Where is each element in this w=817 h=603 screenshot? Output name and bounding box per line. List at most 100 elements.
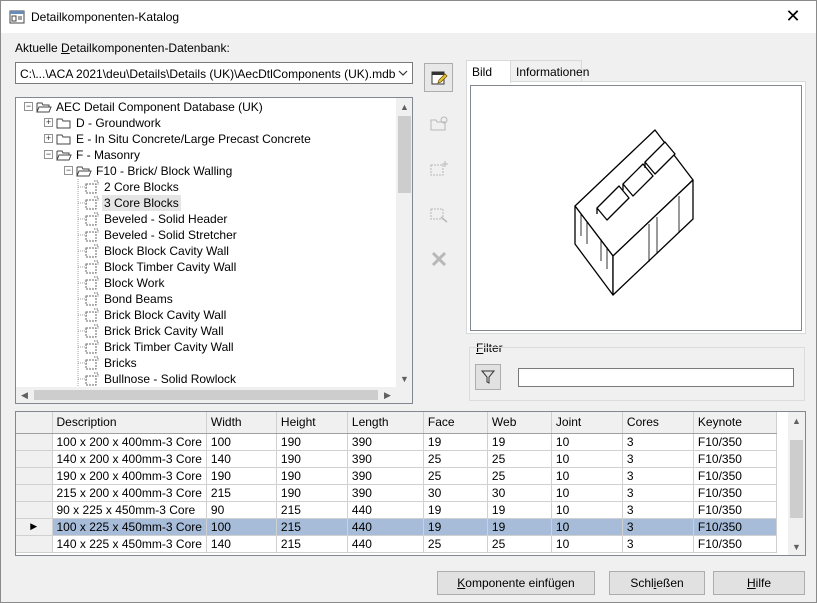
table-cell[interactable]: 3 bbox=[622, 501, 694, 519]
row-header[interactable]: ▶ bbox=[16, 518, 53, 536]
table-cell[interactable]: F10/350 bbox=[693, 501, 777, 519]
column-header[interactable]: Height bbox=[276, 412, 348, 434]
column-header[interactable]: Web bbox=[487, 412, 552, 434]
table-cell[interactable]: 190 bbox=[276, 433, 348, 451]
table-cell[interactable]: 440 bbox=[347, 501, 424, 519]
column-header[interactable]: Description bbox=[52, 412, 207, 434]
table-cell[interactable]: 440 bbox=[347, 535, 424, 553]
scroll-right-icon[interactable]: ▶ bbox=[379, 387, 396, 403]
table-cell[interactable]: 90 bbox=[206, 501, 277, 519]
table-cell[interactable]: F10/350 bbox=[693, 450, 777, 468]
scroll-down-icon[interactable]: ▼ bbox=[788, 538, 805, 555]
new-group-button[interactable] bbox=[424, 109, 453, 138]
table-row[interactable]: 90 x 225 x 450mm-3 Core 90 215 440 19 19 10 3 F1… bbox=[16, 501, 777, 519]
table-row[interactable]: 215 x 200 x 400mm-3 Core 215 190 390 30 30 10 3… bbox=[16, 484, 777, 502]
tree-node[interactable]: Beveled - Solid Stretcher bbox=[16, 227, 394, 243]
close-button[interactable]: Schl i eßen bbox=[609, 571, 705, 595]
expand-icon[interactable]: + bbox=[44, 134, 53, 143]
table-cell[interactable]: 190 bbox=[206, 467, 277, 485]
tree-node[interactable]: Block Block Cavity Wall bbox=[16, 243, 394, 259]
filter-input[interactable] bbox=[518, 368, 794, 387]
table-cell[interactable]: 140 x 200 x 400mm-3 Core bbox=[52, 450, 207, 468]
table-cell[interactable]: 10 bbox=[551, 518, 623, 536]
table-cell[interactable]: 440 bbox=[347, 518, 424, 536]
scroll-thumb[interactable] bbox=[790, 440, 803, 518]
scroll-down-icon[interactable]: ▼ bbox=[396, 370, 412, 387]
table-cell[interactable]: 190 bbox=[276, 467, 348, 485]
tree-horizontal-scrollbar[interactable]: ◀ ▶ bbox=[16, 387, 396, 403]
tree-node[interactable]: Bricks bbox=[16, 355, 394, 371]
table-cell[interactable]: 25 bbox=[487, 467, 552, 485]
row-header[interactable] bbox=[16, 535, 53, 553]
table-cell[interactable]: 3 bbox=[622, 518, 694, 536]
table-cell[interactable]: 10 bbox=[551, 535, 623, 553]
help-button[interactable]: Hilfe bbox=[713, 571, 805, 595]
tree-node[interactable]: 3 Core Blocks bbox=[16, 195, 394, 211]
table-cell[interactable]: 19 bbox=[487, 518, 552, 536]
table-cell[interactable]: 10 bbox=[551, 467, 623, 485]
table-cell[interactable]: 3 bbox=[622, 535, 694, 553]
tree-vertical-scrollbar[interactable]: ▲ ▼ bbox=[396, 98, 412, 387]
table-cell[interactable]: 390 bbox=[347, 433, 424, 451]
tree-node[interactable]: Brick Brick Cavity Wall bbox=[16, 323, 394, 339]
row-header[interactable] bbox=[16, 450, 53, 468]
expand-icon[interactable]: + bbox=[44, 118, 53, 127]
table-cell[interactable]: 100 x 200 x 400mm-3 Core bbox=[52, 433, 207, 451]
row-header[interactable] bbox=[16, 501, 53, 519]
table-cell[interactable]: 215 bbox=[276, 501, 348, 519]
row-header[interactable] bbox=[16, 433, 53, 451]
table-vertical-scrollbar[interactable]: ▲ ▼ bbox=[788, 412, 805, 555]
scroll-thumb[interactable] bbox=[34, 390, 378, 400]
table-cell[interactable]: 3 bbox=[622, 433, 694, 451]
table-cell[interactable]: 25 bbox=[487, 535, 552, 553]
component-table[interactable]: Description Width Height Length Face Web… bbox=[15, 411, 806, 556]
table-row[interactable]: 140 x 200 x 400mm-3 Core 140 190 390 25 25 10 3… bbox=[16, 450, 777, 468]
tab-informationen[interactable]: Informationen bbox=[510, 60, 589, 82]
table-row[interactable]: 190 x 200 x 400mm-3 Core 190 190 390 25 25 10 3… bbox=[16, 467, 777, 485]
table-cell[interactable]: 25 bbox=[423, 450, 488, 468]
tab-bild[interactable]: Bild bbox=[466, 60, 511, 83]
collapse-icon[interactable]: − bbox=[44, 150, 53, 159]
column-header[interactable]: Keynote bbox=[693, 412, 777, 434]
tree-node[interactable]: − F - Masonry bbox=[16, 147, 394, 163]
close-window-button[interactable]: ✕ bbox=[770, 1, 816, 32]
table-cell[interactable]: 190 bbox=[276, 484, 348, 502]
table-cell[interactable]: 10 bbox=[551, 433, 623, 451]
table-cell[interactable]: F10/350 bbox=[693, 484, 777, 502]
table-cell[interactable]: 3 bbox=[622, 450, 694, 468]
scroll-up-icon[interactable]: ▲ bbox=[788, 412, 805, 429]
component-tree[interactable]: − AEC Detail Component Database (UK) + D - … bbox=[15, 97, 413, 404]
tree-node[interactable]: + E - In Situ Concrete/Large Precast Conc… bbox=[16, 131, 394, 147]
edit-component-button[interactable] bbox=[424, 199, 453, 228]
table-cell[interactable]: 10 bbox=[551, 501, 623, 519]
table-cell[interactable]: F10/350 bbox=[693, 433, 777, 451]
table-cell[interactable]: 30 bbox=[423, 484, 488, 502]
table-cell[interactable]: 215 x 200 x 400mm-3 Core bbox=[52, 484, 207, 502]
open-database-button[interactable] bbox=[424, 63, 453, 92]
table-cell[interactable]: 140 bbox=[206, 535, 277, 553]
tree-node[interactable]: + D - Groundwork bbox=[16, 115, 394, 131]
table-cell[interactable]: 10 bbox=[551, 484, 623, 502]
tree-node[interactable]: − F10 - Brick/ Block Walling bbox=[16, 163, 394, 179]
table-row[interactable]: ▶ 100 x 225 x 450mm-3 Core 100 215 440 19 19 10… bbox=[16, 518, 777, 536]
column-header[interactable]: Face bbox=[423, 412, 488, 434]
row-header[interactable] bbox=[16, 484, 53, 502]
scroll-up-icon[interactable]: ▲ bbox=[396, 98, 412, 115]
row-header[interactable] bbox=[16, 467, 53, 485]
new-component-button[interactable] bbox=[424, 154, 453, 183]
table-cell[interactable]: 90 x 225 x 450mm-3 Core bbox=[52, 501, 207, 519]
column-header[interactable]: Joint bbox=[551, 412, 623, 434]
table-cell[interactable]: F10/350 bbox=[693, 467, 777, 485]
table-cell[interactable]: 390 bbox=[347, 484, 424, 502]
table-cell[interactable]: 25 bbox=[423, 535, 488, 553]
column-header[interactable]: Cores bbox=[622, 412, 694, 434]
table-cell[interactable]: 3 bbox=[622, 467, 694, 485]
column-header[interactable]: Width bbox=[206, 412, 277, 434]
table-cell[interactable]: 3 bbox=[622, 484, 694, 502]
scroll-left-icon[interactable]: ◀ bbox=[16, 387, 33, 403]
filter-button[interactable] bbox=[475, 364, 501, 390]
table-cell[interactable]: 215 bbox=[276, 518, 348, 536]
table-cell[interactable]: 19 bbox=[423, 518, 488, 536]
table-cell[interactable]: 19 bbox=[487, 433, 552, 451]
tree-node[interactable]: 2 Core Blocks bbox=[16, 179, 394, 195]
